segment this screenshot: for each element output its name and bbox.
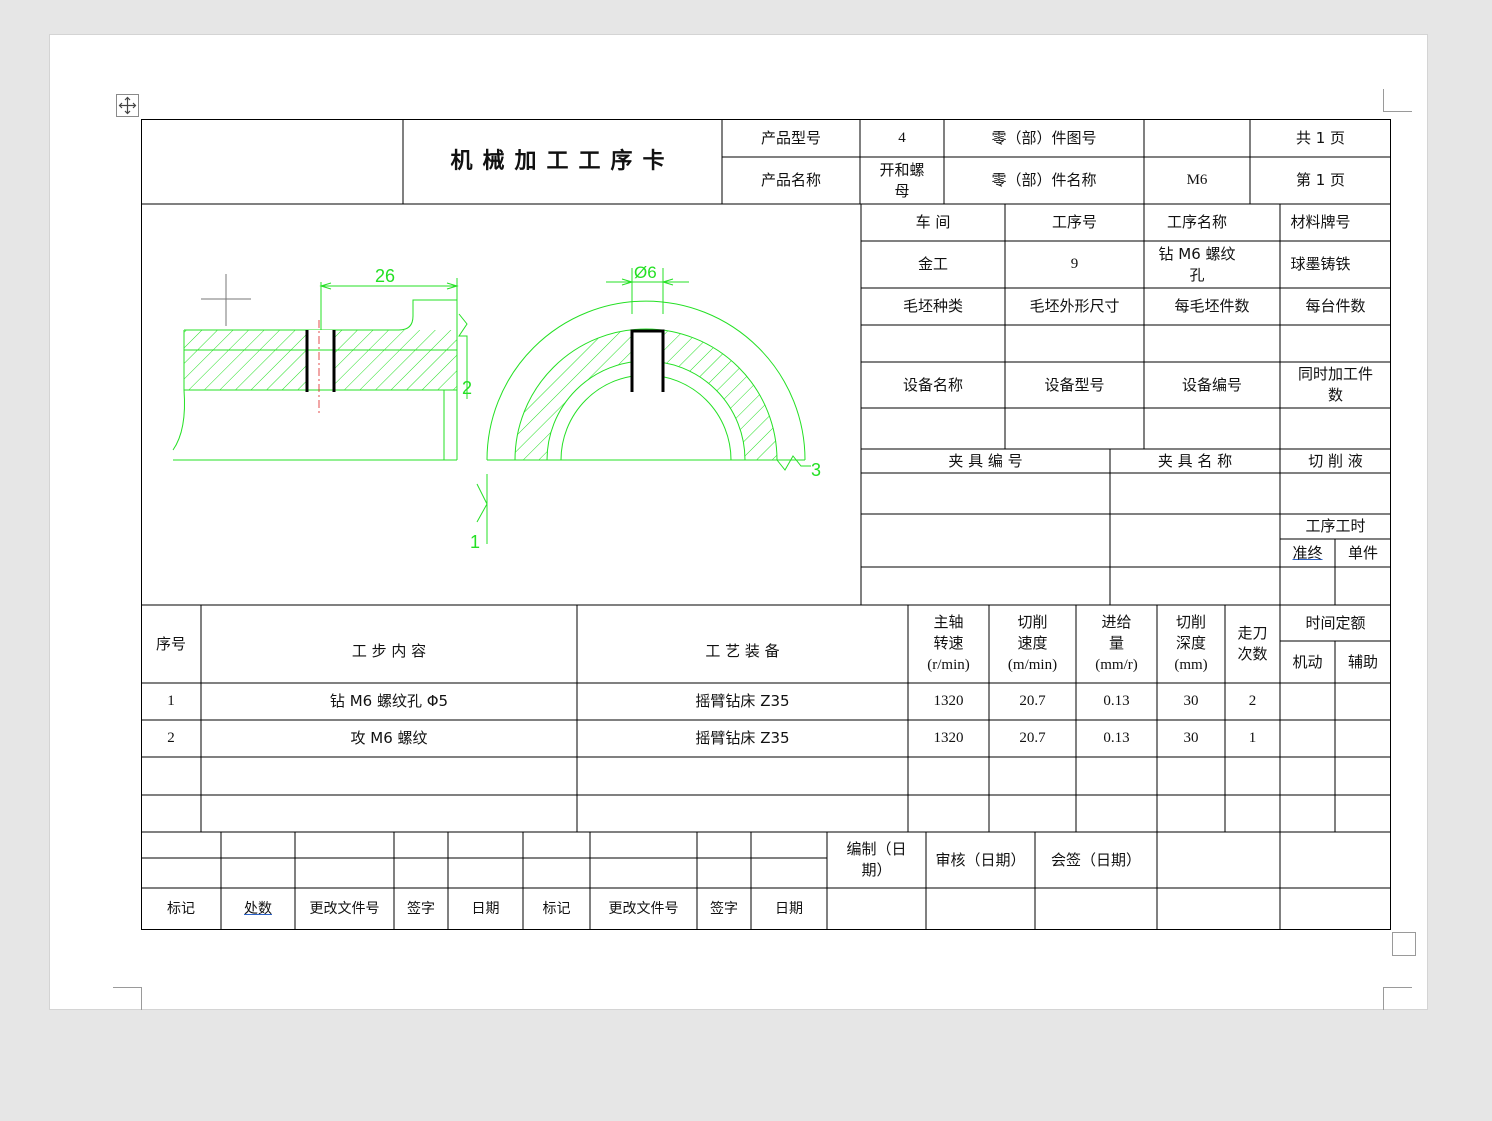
footer-mark-label: 标记	[167, 900, 195, 917]
col-speed-header: 切削 速度 (m/min)	[1007, 614, 1058, 673]
footer-review-label: 审核（日期）	[935, 850, 1026, 869]
prep-time-label: 准终	[1292, 543, 1323, 562]
part-name-label: 零（部）件名称	[991, 171, 1097, 189]
process-card-table[interactable]: 机械加工工序卡 产品型号 4 零（部）件图号 共 1 页 产品名称 开和螺 母 …	[141, 119, 1391, 930]
product-name-value[interactable]: 开和螺 母	[860, 157, 944, 204]
col-spindle-header: 主轴 转速 (r/min)	[927, 614, 970, 673]
col-depth-header: 切削 深度 (mm)	[1174, 614, 1208, 673]
fixture-name-label: 夹 具 名 称	[1157, 451, 1233, 470]
step-content[interactable]: 钻 M6 螺纹孔 Φ5	[201, 683, 577, 720]
workshop-value[interactable]: 金工	[861, 241, 1005, 288]
crop-mark-bottom-left	[113, 987, 142, 1010]
step-speed[interactable]: 20.7	[989, 720, 1076, 757]
footer-sign-label: 签字	[407, 900, 435, 917]
dim-26-label: 26	[375, 266, 395, 286]
step-spindle[interactable]: 1320	[908, 683, 989, 720]
footer-date2-label: 日期	[775, 900, 803, 917]
step-passes[interactable]: 1	[1225, 720, 1280, 757]
col-seq-header: 序号	[155, 634, 186, 653]
material-value[interactable]: 球墨铸铁	[1250, 241, 1391, 288]
page-number: 第 1 页	[1295, 171, 1346, 189]
step-aux-time[interactable]	[1335, 720, 1391, 757]
material-label: 材料牌号	[1290, 213, 1351, 231]
footer-countersign-label: 会签（日期）	[1050, 850, 1141, 869]
col-content-header: 工 步 内 容	[351, 641, 427, 660]
part-name-value[interactable]: M6	[1144, 157, 1250, 204]
roughness-3-label: 3	[811, 460, 821, 480]
step-equipment[interactable]: 摇臂钻床 Z35	[577, 720, 908, 757]
op-no-value[interactable]: 9	[1005, 241, 1144, 288]
col-feed-header: 进给 量 (mm/r)	[1095, 614, 1138, 673]
col-passes-header: 走刀 次数	[1237, 624, 1268, 663]
roughness-1-label: 1	[470, 532, 480, 552]
step-aux-time[interactable]	[1335, 683, 1391, 720]
step-machine-time[interactable]	[1280, 683, 1335, 720]
op-name-value[interactable]: 钻 M6 螺纹 孔	[1144, 241, 1250, 288]
part-sketch-drawing[interactable]: 26 2 Ø6 3 1	[141, 204, 860, 604]
product-model-value[interactable]: 4	[860, 119, 944, 157]
step-spindle[interactable]: 1320	[908, 720, 989, 757]
pieces-per-unit-label: 每台件数	[1305, 297, 1366, 315]
step-seq[interactable]: 2	[141, 720, 201, 757]
cursor-crosshair-icon	[201, 274, 251, 326]
crop-mark-bottom-right	[1383, 987, 1412, 1010]
step-speed[interactable]: 20.7	[989, 683, 1076, 720]
workshop-label: 车 间	[915, 213, 951, 231]
col-equipment-header: 工 艺 装 备	[705, 641, 780, 660]
table-move-handle-icon[interactable]	[116, 94, 139, 117]
col-time-quota-header: 时间定额	[1305, 613, 1366, 632]
step-seq[interactable]: 1	[141, 683, 201, 720]
fixture-no-label: 夹 具 编 号	[948, 451, 1023, 470]
op-no-label: 工序号	[1051, 213, 1097, 231]
unit-time-label: 单件	[1347, 543, 1378, 562]
col-aux-time-header: 辅助	[1347, 652, 1378, 671]
dim-d6-label: Ø6	[634, 263, 657, 282]
equip-name-label: 设备名称	[902, 375, 963, 394]
side-view	[172, 278, 468, 461]
step-feed[interactable]: 0.13	[1076, 720, 1157, 757]
coolant-label: 切 削 液	[1308, 451, 1363, 470]
blank-size-label: 毛坯外形尺寸	[1029, 297, 1120, 315]
pieces-per-blank-label: 每毛坯件数	[1174, 297, 1250, 315]
step-machine-time[interactable]	[1280, 720, 1335, 757]
simultaneous-pieces-label: 同时加工件 数	[1297, 365, 1373, 404]
footer-change-doc-label: 更改文件号	[309, 900, 380, 917]
step-passes[interactable]: 2	[1225, 683, 1280, 720]
card-title: 机械加工工序卡	[450, 148, 675, 174]
step-depth[interactable]: 30	[1157, 720, 1225, 757]
footer-count-label: 处数	[244, 900, 272, 917]
product-model-label: 产品型号	[760, 128, 821, 147]
step-content[interactable]: 攻 M6 螺纹	[201, 720, 577, 757]
part-drawing-no-label: 零（部）件图号	[991, 128, 1097, 147]
op-name-label: 工序名称	[1166, 213, 1227, 231]
part-drawing-no-value[interactable]	[1144, 119, 1250, 157]
footer-sign2-label: 签字	[710, 900, 738, 917]
equip-model-label: 设备型号	[1044, 375, 1105, 394]
col-machine-time-header: 机动	[1292, 652, 1323, 671]
equip-no-label: 设备编号	[1181, 375, 1242, 394]
footer-mark2-label: 标记	[542, 900, 571, 917]
footer-date-label: 日期	[471, 900, 500, 917]
step-depth[interactable]: 30	[1157, 683, 1225, 720]
op-time-label: 工序工时	[1305, 517, 1366, 535]
step-equipment[interactable]: 摇臂钻床 Z35	[577, 683, 908, 720]
product-name-label: 产品名称	[760, 171, 821, 189]
total-pages: 共 1 页	[1295, 128, 1346, 147]
blank-type-label: 毛坯种类	[902, 297, 963, 315]
footer-change-doc2-label: 更改文件号	[608, 900, 679, 917]
crop-mark-top-right	[1383, 89, 1412, 112]
step-feed[interactable]: 0.13	[1076, 683, 1157, 720]
front-view	[476, 268, 811, 544]
table-resize-handle[interactable]	[1392, 932, 1416, 956]
roughness-2-label: 2	[462, 378, 472, 398]
footer-compile-label: 编制（日 期）	[846, 840, 907, 879]
